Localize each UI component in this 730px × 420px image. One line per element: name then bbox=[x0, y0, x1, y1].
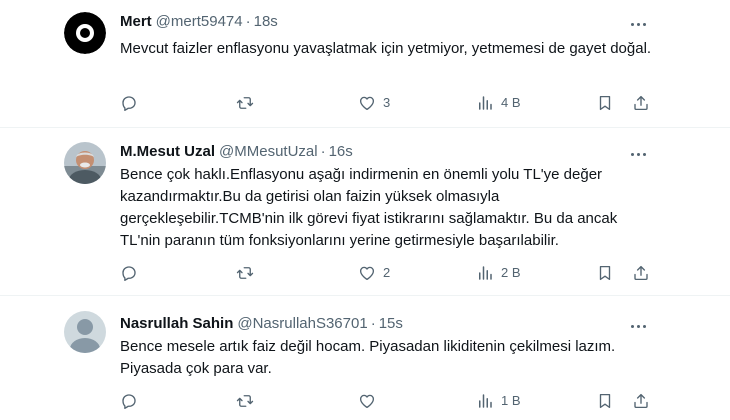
display-name[interactable]: Nasrullah Sahin bbox=[120, 315, 233, 332]
more-dot-icon bbox=[636, 152, 640, 156]
avatar-photo bbox=[64, 142, 106, 184]
bookmark-button[interactable] bbox=[596, 392, 614, 410]
like-count: 3 bbox=[383, 95, 391, 110]
timestamp[interactable]: 16s bbox=[329, 143, 353, 160]
tweet[interactable]: M.Mesut Uzal @MMesutUzal · 16s Bence çok… bbox=[0, 128, 730, 296]
reply-button[interactable] bbox=[120, 392, 145, 410]
views-button[interactable]: 4 B bbox=[476, 94, 521, 112]
analytics-icon bbox=[479, 266, 492, 280]
user-handle[interactable]: @mert59474 bbox=[156, 13, 243, 30]
separator-dot: · bbox=[245, 13, 251, 30]
tweet-text: Mevcut faizler enflasyonu yavaşlatmak iç… bbox=[120, 40, 652, 57]
tweet[interactable]: Mert @mert59474 · 18s Mevcut faizler enf… bbox=[0, 0, 730, 128]
tweet-actions: 1 B bbox=[120, 392, 660, 412]
share-icon bbox=[634, 265, 648, 281]
tweet-actions: 3 4 B bbox=[120, 94, 660, 114]
reply-button[interactable] bbox=[120, 264, 145, 282]
retweet-icon bbox=[236, 395, 254, 407]
more-dot-icon bbox=[630, 152, 634, 156]
tweet-text: Bence mesele artık faiz değil hocam. Piy… bbox=[120, 338, 616, 377]
avatar[interactable] bbox=[64, 142, 106, 184]
views-button[interactable]: 1 B bbox=[476, 392, 521, 410]
heart-icon bbox=[359, 96, 375, 111]
display-name[interactable]: M.Mesut Uzal bbox=[120, 143, 215, 160]
avatar[interactable] bbox=[64, 311, 106, 353]
share-icon bbox=[634, 95, 648, 111]
timestamp[interactable]: 18s bbox=[254, 13, 278, 30]
analytics-icon bbox=[479, 96, 492, 110]
display-name[interactable]: Mert bbox=[120, 13, 152, 30]
bookmark-icon bbox=[599, 265, 611, 281]
reply-icon bbox=[122, 394, 136, 410]
share-icon bbox=[634, 393, 648, 409]
more-dot-icon bbox=[630, 22, 634, 26]
timestamp[interactable]: 15s bbox=[379, 315, 403, 332]
share-button[interactable] bbox=[632, 94, 650, 112]
more-dot-icon bbox=[630, 324, 634, 328]
bookmark-icon bbox=[599, 95, 611, 111]
retweet-icon bbox=[236, 267, 254, 279]
retweet-button[interactable] bbox=[236, 392, 261, 410]
more-dot-icon bbox=[642, 324, 646, 328]
avatar[interactable] bbox=[64, 12, 106, 54]
more-options-button[interactable] bbox=[628, 147, 648, 161]
reply-icon bbox=[122, 266, 136, 282]
heart-icon bbox=[359, 394, 375, 409]
retweet-button[interactable] bbox=[236, 264, 261, 282]
avatar-ring-logo bbox=[64, 12, 106, 54]
tweet[interactable]: Nasrullah Sahin @NasrullahS36701 · 15s B… bbox=[0, 296, 730, 420]
view-count: 2 B bbox=[501, 265, 521, 280]
views-button[interactable]: 2 B bbox=[476, 264, 521, 282]
reply-icon bbox=[122, 96, 136, 112]
more-dot-icon bbox=[642, 152, 646, 156]
retweet-icon bbox=[236, 97, 254, 109]
more-dot-icon bbox=[636, 22, 640, 26]
like-button[interactable]: 2 bbox=[358, 264, 390, 282]
bookmark-button[interactable] bbox=[596, 264, 614, 282]
bookmark-button[interactable] bbox=[596, 94, 614, 112]
more-options-button[interactable] bbox=[628, 17, 648, 31]
share-button[interactable] bbox=[632, 392, 650, 410]
heart-icon bbox=[359, 266, 375, 281]
more-dot-icon bbox=[636, 324, 640, 328]
tweet-header: Nasrullah Sahin @NasrullahS36701 · 15s bbox=[120, 315, 403, 332]
default-avatar-icon bbox=[64, 311, 106, 353]
user-handle[interactable]: @MMesutUzal bbox=[219, 143, 318, 160]
view-count: 1 B bbox=[501, 393, 521, 408]
tweet-actions: 2 2 B bbox=[120, 264, 660, 284]
separator-dot: · bbox=[370, 315, 376, 332]
share-button[interactable] bbox=[632, 264, 650, 282]
tweet-header: Mert @mert59474 · 18s bbox=[120, 13, 278, 30]
more-dot-icon bbox=[642, 22, 646, 26]
like-button[interactable]: 3 bbox=[358, 94, 390, 112]
view-count: 4 B bbox=[501, 95, 521, 110]
user-handle[interactable]: @NasrullahS36701 bbox=[237, 315, 367, 332]
analytics-icon bbox=[479, 394, 492, 408]
more-options-button[interactable] bbox=[628, 319, 648, 333]
retweet-button[interactable] bbox=[236, 94, 261, 112]
like-button[interactable] bbox=[358, 392, 383, 410]
tweet-header: M.Mesut Uzal @MMesutUzal · 16s bbox=[120, 143, 353, 160]
reply-button[interactable] bbox=[120, 94, 145, 112]
tweet-text: Bence çok haklı.Enflasyonu aşağı indirme… bbox=[120, 166, 618, 249]
like-count: 2 bbox=[383, 265, 391, 280]
bookmark-icon bbox=[599, 393, 611, 409]
separator-dot: · bbox=[320, 143, 326, 160]
